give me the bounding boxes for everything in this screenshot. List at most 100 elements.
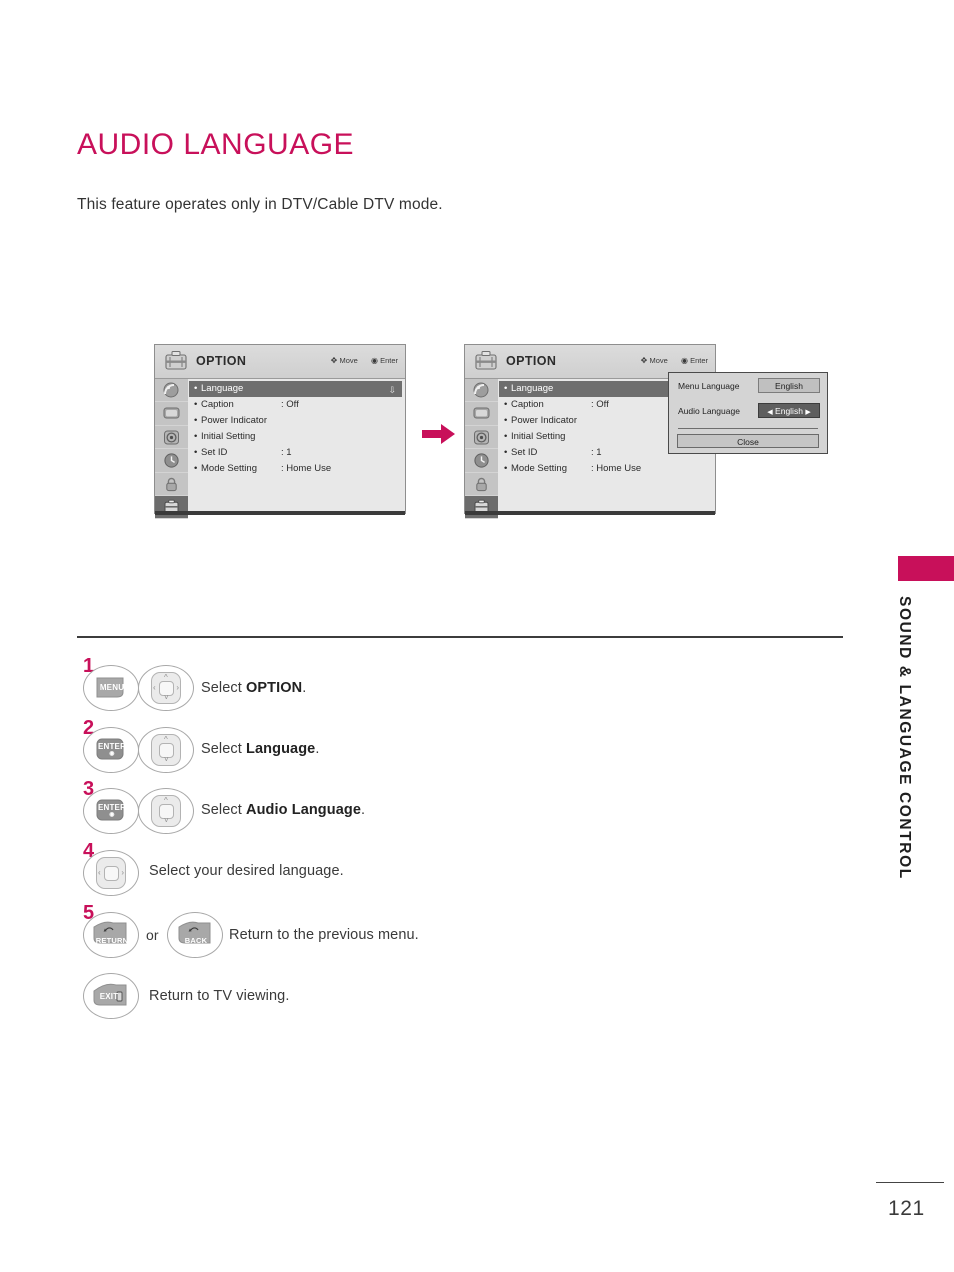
navpad-leftright-button-4[interactable]: ‹ › xyxy=(83,850,139,896)
side-tab-marker xyxy=(898,556,954,581)
audio-language-value[interactable]: ◀ English ▶ xyxy=(758,403,820,418)
language-popup-dialog: Menu Language English Audio Language ◀ E… xyxy=(668,372,828,454)
osd-screen-before: OPTION ✥ Move ◉ Enter • Language ⇩ • Cap… xyxy=(154,344,406,520)
down-arrow-icon[interactable]: ˅ xyxy=(164,817,169,825)
audio-language-text: English xyxy=(775,406,803,416)
footer-divider xyxy=(876,1182,944,1184)
menu-value: : 1 xyxy=(281,447,292,458)
rail-item-monitor[interactable] xyxy=(465,402,498,426)
up-arrow-icon[interactable]: ^ xyxy=(164,736,168,744)
osd-title: OPTION xyxy=(506,354,557,368)
menu-value: : Off xyxy=(591,399,609,410)
step-text-suffix: . xyxy=(302,680,307,696)
left-arrow-icon[interactable]: ‹ xyxy=(98,869,101,877)
menu-label: Power Indicator xyxy=(511,415,578,426)
bullet: • xyxy=(194,415,198,426)
intro-paragraph: This feature operates only in DTV/Cable … xyxy=(77,196,443,213)
rail-item-monitor[interactable] xyxy=(155,402,188,426)
osd-footer-bar xyxy=(465,511,715,515)
exit-button[interactable]: EXIT xyxy=(83,973,139,1019)
rail-item-satellite[interactable] xyxy=(155,379,188,403)
rail-item-clock[interactable] xyxy=(155,449,188,473)
enter-dot-icon: ◉ xyxy=(370,356,378,365)
popup-divider xyxy=(678,428,818,429)
menu-row-mode-setting[interactable]: • Mode Setting : Home Use xyxy=(499,461,712,477)
menu-row-initial-setting[interactable]: • Initial Setting xyxy=(189,429,402,445)
enter-dot-icon: ◉ xyxy=(109,812,115,818)
menu-label: Power Indicator xyxy=(201,415,268,426)
navpad-updown-icon[interactable]: ^ ˅ xyxy=(151,734,181,766)
option-briefcase-icon xyxy=(163,349,189,373)
enter-button-3[interactable]: ENTER ◉ xyxy=(83,788,139,834)
menu-row-mode-setting[interactable]: • Mode Setting : Home Use xyxy=(189,461,402,477)
move-icon: ✥ xyxy=(640,356,648,365)
rail-item-option[interactable] xyxy=(155,495,188,520)
step-text-suffix: . xyxy=(361,802,366,818)
down-arrow-icon[interactable]: ˅ xyxy=(164,694,169,702)
bullet: • xyxy=(194,399,198,410)
navpad-updown-button-2[interactable]: ^ ˅ xyxy=(138,727,194,773)
rail-item-clock[interactable] xyxy=(465,449,498,473)
enter-button-2[interactable]: ENTER ◉ xyxy=(83,727,139,773)
navpad-leftright-icon[interactable]: ‹ › xyxy=(96,857,126,889)
step-text-prefix: Select xyxy=(201,802,247,818)
left-arrow-icon[interactable]: ‹ xyxy=(153,684,156,692)
osd-hint-enter: Enter xyxy=(690,356,708,365)
side-section-label: SOUND & LANGUAGE CONTROL xyxy=(896,596,913,880)
navpad-updown-button-3[interactable]: ^ ˅ xyxy=(138,788,194,834)
step-text-suffix: . xyxy=(315,741,320,757)
enter-dot-icon: ◉ xyxy=(109,751,115,757)
osd-menu-list: • Language ⇩ • Caption : Off • Power Ind… xyxy=(188,379,405,477)
back-button[interactable]: BACK xyxy=(167,912,223,958)
menu-row-caption[interactable]: • Caption : Off xyxy=(189,397,402,413)
return-button[interactable]: RETURN xyxy=(83,912,139,958)
rail-item-satellite[interactable] xyxy=(465,379,498,403)
option-briefcase-icon xyxy=(473,349,499,373)
navpad-4way-icon[interactable]: ^ ˅ ‹ › xyxy=(151,672,181,704)
page-number: 121 xyxy=(888,1197,925,1220)
bullet: • xyxy=(504,463,508,474)
step-text-prefix: Select xyxy=(201,680,247,696)
move-icon: ✥ xyxy=(330,356,338,365)
right-arrow-icon[interactable]: ▶ xyxy=(805,409,810,416)
menu-row-power-indicator[interactable]: • Power Indicator xyxy=(189,413,402,429)
osd-hint: ✥ Move ◉ Enter xyxy=(331,356,398,365)
or-conjunction: or xyxy=(146,927,159,943)
navpad-updown-icon[interactable]: ^ ˅ xyxy=(151,795,181,827)
rail-item-lock[interactable] xyxy=(465,472,498,496)
navpad-center[interactable] xyxy=(104,866,119,881)
step-text-5: Return to the previous menu. xyxy=(229,927,419,943)
up-arrow-icon[interactable]: ^ xyxy=(164,674,168,682)
osd-header: OPTION ✥ Move ◉ Enter xyxy=(155,345,405,379)
down-arrow-icon[interactable]: ˅ xyxy=(164,756,169,764)
menu-label: Language xyxy=(511,383,554,394)
bullet: • xyxy=(504,383,508,394)
page-title: AUDIO LANGUAGE xyxy=(77,128,355,161)
close-button[interactable]: Close xyxy=(677,434,819,448)
step-text-2: Select Language. xyxy=(201,741,319,757)
step-text-3: Select Audio Language. xyxy=(201,802,365,818)
rail-item-settings[interactable] xyxy=(155,425,188,450)
right-arrow-icon[interactable]: › xyxy=(176,684,179,692)
menu-label: Initial Setting xyxy=(511,431,566,442)
exit-button-label: EXIT xyxy=(99,992,119,1001)
back-button-label: BACK xyxy=(184,936,208,945)
right-arrow-icon[interactable]: › xyxy=(121,869,124,877)
step-text-bold: OPTION xyxy=(246,680,303,696)
osd-body: • Language ⇩ • Caption : Off • Power Ind… xyxy=(155,379,405,520)
menu-button[interactable]: MENU xyxy=(83,665,139,711)
up-arrow-icon[interactable]: ^ xyxy=(164,797,168,805)
menu-row-language[interactable]: • Language ⇩ xyxy=(189,381,402,397)
navpad-4way-button-1[interactable]: ^ ˅ ‹ › xyxy=(138,665,194,711)
menu-value: : Off xyxy=(281,399,299,410)
left-arrow-icon[interactable]: ◀ xyxy=(767,409,772,416)
rail-item-settings[interactable] xyxy=(465,425,498,450)
menu-label: Language xyxy=(201,383,244,394)
rail-item-option[interactable] xyxy=(465,495,498,520)
menu-row-set-id[interactable]: • Set ID : 1 xyxy=(189,445,402,461)
osd-icon-rail xyxy=(155,379,188,520)
menu-language-value[interactable]: English xyxy=(758,378,820,393)
bullet: • xyxy=(194,463,198,474)
rail-item-lock[interactable] xyxy=(155,472,188,496)
bullet: • xyxy=(504,431,508,442)
